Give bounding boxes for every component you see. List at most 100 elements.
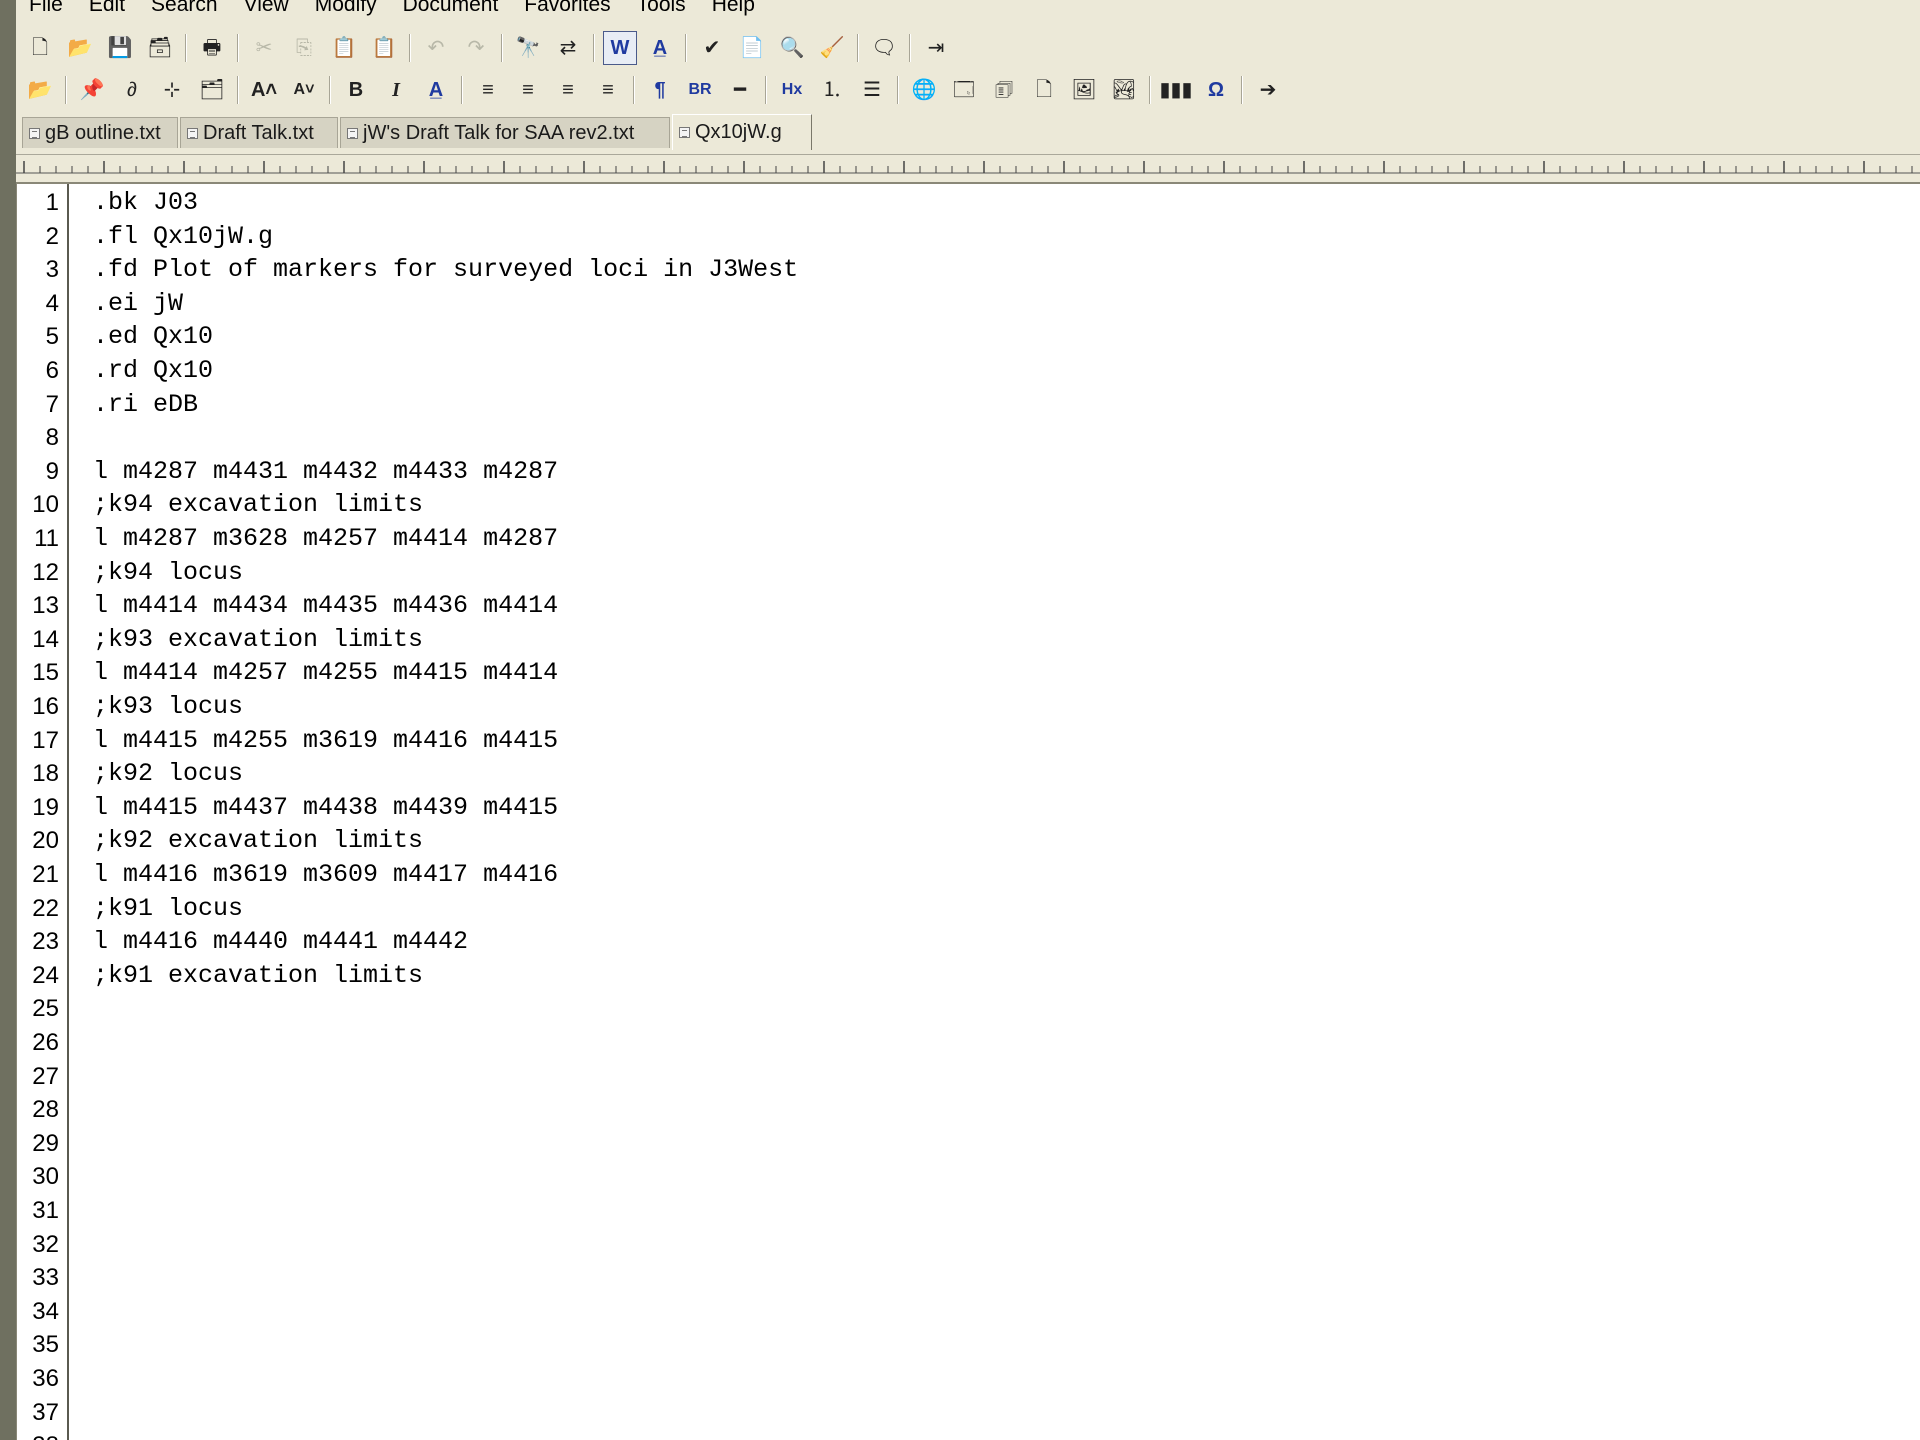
tree-button[interactable]: ⊹ [155,73,189,107]
code-line[interactable]: l m4416 m4440 m4441 m4442 [93,925,468,959]
folder-star-button[interactable]: 🗂 [195,73,229,107]
bullet-list-button[interactable]: ☰ [855,73,889,107]
menu-tools[interactable]: Tools [624,0,699,18]
insert-button[interactable]: 🗨 [867,31,901,65]
image-button[interactable]: 🏞 [1107,73,1141,107]
tools-button[interactable]: 🧹 [815,31,849,65]
hyperlink-button[interactable]: 🌐 [907,73,941,107]
code-line[interactable]: .fd Plot of markers for surveyed loci in… [93,253,798,287]
color-bars-button[interactable]: ▮▮▮ [1159,73,1193,107]
bullet-list-icon: ☰ [863,79,881,101]
open-project-button[interactable]: 📂 [23,73,57,107]
heading-button[interactable]: Hx [775,73,809,107]
menu-favorites[interactable]: Favorites [511,0,623,18]
decrease-font-button[interactable]: A˅ [287,73,321,107]
cut-button[interactable]: ✂ [247,31,281,65]
bold-button[interactable]: B [339,73,373,107]
code-line[interactable]: l m4416 m3619 m3609 m4417 m4416 [93,858,558,892]
undo-button[interactable]: ↶ [419,31,453,65]
save-button[interactable]: 💾 [103,31,137,65]
redo-button[interactable]: ↷ [459,31,493,65]
code-line[interactable]: ;k94 locus [93,556,243,590]
code-line[interactable]: .ed Qx10 [93,320,213,354]
line-number: 38 [17,1429,59,1440]
code-line[interactable]: .ei jW [93,287,183,321]
text-editor[interactable]: 1 2 3 4 5 6 7 8 9 10 11 12 13 14 15 16 17 18 19 20 21 22 23 24 2… [16,182,1920,1440]
new-document-icon: 🗋 [31,37,49,59]
menu-help[interactable]: Help [699,0,768,18]
code-line[interactable]: .ri eDB [93,388,198,422]
frame-icon: 🗋 [1035,79,1053,101]
code-line[interactable]: l m4287 m4431 m4432 m4433 m4287 [93,455,558,489]
code-line[interactable]: l m4415 m4255 m3619 m4416 m4415 [93,724,558,758]
code-line[interactable]: .fl Qx10jW.g [93,220,273,254]
font-button[interactable]: A̲ [643,31,677,65]
print-button[interactable]: 🖶 [195,31,229,65]
menu-file[interactable]: File [16,0,76,18]
replace-button[interactable]: ⇄ [551,31,585,65]
menu-modify[interactable]: Modify [302,0,390,18]
spell-check-button[interactable]: ✔ [695,31,729,65]
clipboard-button[interactable]: 📄 [735,31,769,65]
code-line[interactable]: ;k93 excavation limits [93,623,423,657]
code-line[interactable]: l m4415 m4437 m4438 m4439 m4415 [93,791,558,825]
numbered-list-button[interactable]: ⒈ [815,73,849,107]
horizontal-rule-button[interactable]: ━ [723,73,757,107]
code-line[interactable]: l m4414 m4434 m4435 m4436 m4414 [93,589,558,623]
toolbar-separator [909,34,911,62]
ruler [16,154,1920,182]
align-justify-button[interactable]: ≡ [551,73,585,107]
open-folder-button[interactable]: 📂 [63,31,97,65]
code-line[interactable]: ;k92 locus [93,757,243,791]
save-all-button[interactable]: 🗃 [143,31,177,65]
code-line[interactable]: ;k93 locus [93,690,243,724]
arrow-right-button[interactable]: ➔ [1251,73,1285,107]
line-number: 8 [45,424,59,452]
increase-font-button[interactable]: A˄ [247,73,281,107]
align-left-button[interactable]: ≡ [471,73,505,107]
tab-4[interactable]: Qx10jW.g [672,114,812,150]
align-center-button[interactable]: ≡ [511,73,545,107]
copy-button[interactable]: ⎘ [287,31,321,65]
tab-1[interactable]: gB outline.txt [22,117,178,148]
form-button[interactable]: 🗔 [947,73,981,107]
toolbar-separator [185,34,187,62]
tab-2[interactable]: Draft Talk.txt [180,117,338,148]
frame-button[interactable]: 🗋 [1027,73,1061,107]
link-button[interactable]: ∂ [115,73,149,107]
align-right-button[interactable]: ≡ [591,73,625,107]
italic-button[interactable]: I [379,73,413,107]
paragraph-button[interactable]: ¶ [643,73,677,107]
code-line[interactable]: l m4287 m3628 m4257 m4414 m4287 [93,522,558,556]
find-button[interactable]: 🔭 [511,31,545,65]
code-line[interactable]: ;k94 excavation limits [93,488,423,522]
word-wrap-button[interactable]: W [603,31,637,65]
editor-window: File Edit Search View Modify Document Favorite… [0,0,1920,1440]
menu-view[interactable]: View [231,0,302,18]
font-color-button[interactable]: A̲ [419,73,453,107]
line-number: 16 [32,693,59,720]
menu-search[interactable]: Search [138,0,231,18]
tab-3[interactable]: jW's Draft Talk for SAA rev2.txt [340,117,670,148]
line-number: 4 [45,289,59,317]
exit-button[interactable]: ⇥ [919,31,953,65]
omega-button[interactable]: Ω [1199,73,1233,107]
code-line[interactable]: ;k91 excavation limits [93,959,423,993]
paste-special-button[interactable]: 📋 [367,31,401,65]
menu-edit[interactable]: Edit [76,0,138,18]
new-document-button[interactable]: 🗋 [23,31,57,65]
menu-document[interactable]: Document [390,0,512,18]
code-line[interactable]: ;k92 excavation limits [93,824,423,858]
main-toolbar: 🗋 📂 💾 🗃 🖶 ✂ ⎘ 📋 📋 ↶ ↷ 🔭 ⇄ W A̲ ✔ 📄 🔍 🧹 🗨 ⇥ [16,28,1920,68]
pin-button[interactable]: 📌 [75,73,109,107]
code-line[interactable]: .bk J03 [93,186,198,220]
code-line[interactable]: l m4414 m4257 m4255 m4415 m4414 [93,656,558,690]
code-line[interactable]: .rd Qx10 [93,354,213,388]
paste-icon: 📋 [331,37,357,59]
line-break-button[interactable]: BR [683,73,717,107]
image-map-button[interactable]: 🖼 [1067,73,1101,107]
preview-button[interactable]: 🔍 [775,31,809,65]
code-line[interactable]: ;k91 locus [93,892,243,926]
paste-button[interactable]: 📋 [327,31,361,65]
table-button[interactable]: 🗊 [987,73,1021,107]
